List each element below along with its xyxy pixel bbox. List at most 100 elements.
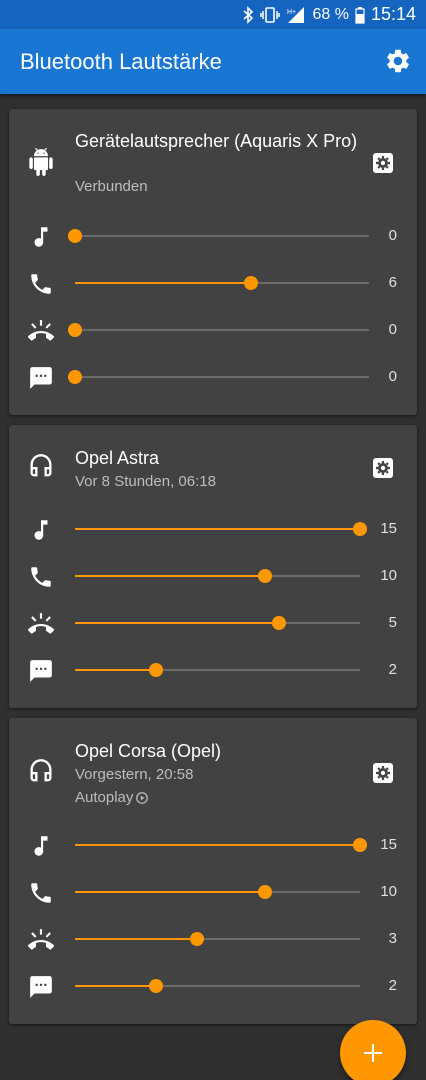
- phone-icon: [31, 883, 51, 903]
- slider-value: 0: [388, 368, 397, 385]
- slider-row-music: 0: [9, 218, 417, 254]
- headphones-icon: [30, 759, 52, 782]
- slider-fill: [75, 669, 157, 671]
- plus-icon-vertical: [371, 1044, 375, 1062]
- slider-fill: [75, 575, 265, 577]
- autoplay-indicator[interactable]: Autoplay: [75, 789, 149, 806]
- slider-thumb[interactable]: [149, 979, 164, 993]
- slider-fill: [75, 528, 360, 530]
- bluetooth-icon: [243, 5, 254, 24]
- music-note-icon: [34, 227, 48, 247]
- slider-thumb[interactable]: [353, 838, 367, 852]
- slider-value: 2: [388, 977, 397, 994]
- slider-value: 6: [388, 274, 397, 291]
- volume-slider[interactable]: [75, 276, 369, 290]
- vibrate-icon: [260, 6, 281, 23]
- volume-slider[interactable]: [75, 838, 367, 852]
- add-device-button[interactable]: [340, 1020, 406, 1080]
- volume-slider[interactable]: [75, 522, 367, 536]
- slider-value: 5: [388, 614, 397, 631]
- slider-thumb[interactable]: [353, 522, 367, 536]
- battery-icon: [355, 6, 365, 24]
- message-icon: [30, 367, 52, 389]
- phone-icon: [31, 274, 51, 294]
- device-settings-icon[interactable]: [371, 456, 395, 480]
- device-status: Verbunden: [75, 178, 148, 195]
- status-bar: H+ 68 % 15:14: [0, 0, 426, 29]
- device-card[interactable]: Opel Astra Vor 8 Stunden, 06:18 15 10 5 …: [9, 425, 417, 708]
- slider-row-music: 15: [9, 827, 417, 863]
- slider-fill: [75, 938, 198, 940]
- music-note-icon: [34, 520, 48, 540]
- volume-slider[interactable]: [75, 885, 360, 899]
- slider-thumb[interactable]: [190, 932, 205, 946]
- slider-value: 0: [388, 227, 397, 244]
- signal-icon: H+: [287, 6, 305, 23]
- slider-value: 15: [380, 520, 397, 537]
- volume-slider[interactable]: [75, 569, 360, 583]
- slider-row-ring: 0: [9, 312, 417, 348]
- slider-row-ring: 5: [9, 605, 417, 641]
- volume-slider[interactable]: [75, 663, 360, 677]
- slider-value: 3: [388, 930, 397, 947]
- play-circle-icon: [136, 791, 149, 804]
- device-card[interactable]: Opel Corsa (Opel) Vorgestern, 20:58 Auto…: [9, 718, 417, 1024]
- slider-row-call: 6: [9, 265, 417, 301]
- volume-slider[interactable]: [75, 932, 360, 946]
- slider-value: 15: [380, 836, 397, 853]
- message-icon: [30, 976, 52, 998]
- slider-thumb[interactable]: [258, 885, 272, 899]
- device-name: Opel Corsa (Opel): [75, 741, 222, 761]
- slider-value: 10: [380, 567, 397, 584]
- slider-thumb[interactable]: [68, 370, 82, 384]
- autoplay-label: Autoplay: [75, 789, 134, 806]
- slider-fill: [75, 891, 265, 893]
- svg-text:H+: H+: [287, 9, 296, 16]
- ring-volume-icon: [28, 320, 54, 341]
- slider-row-music: 15: [9, 511, 417, 547]
- slider-value: 10: [380, 883, 397, 900]
- headphones-icon: [30, 454, 52, 477]
- status-icons: H+ 68 % 15:14: [242, 0, 416, 29]
- slider-row-notification: 2: [9, 968, 417, 1004]
- android-icon: [29, 148, 53, 176]
- device-settings-icon[interactable]: [371, 151, 395, 175]
- slider-thumb[interactable]: [68, 323, 82, 337]
- app-bar: Bluetooth Lautstärke: [0, 29, 426, 94]
- slider-fill: [75, 282, 252, 284]
- slider-row-call: 10: [9, 558, 417, 594]
- volume-slider[interactable]: [75, 616, 360, 630]
- volume-slider[interactable]: [68, 323, 369, 337]
- device-last-connected: Vor 8 Stunden, 06:18: [75, 473, 216, 490]
- volume-slider[interactable]: [68, 229, 369, 243]
- device-last-connected: Vorgestern, 20:58: [75, 766, 194, 783]
- ring-volume-icon: [28, 613, 54, 634]
- slider-thumb[interactable]: [149, 663, 164, 677]
- slider-row-notification: 2: [9, 652, 417, 688]
- slider-thumb[interactable]: [244, 276, 259, 290]
- slider-value: 0: [388, 321, 397, 338]
- slider-fill: [75, 985, 157, 987]
- volume-slider[interactable]: [68, 370, 369, 384]
- ring-volume-icon: [28, 929, 54, 950]
- battery-percent: 68 %: [312, 5, 349, 23]
- slider-thumb[interactable]: [258, 569, 272, 583]
- slider-thumb[interactable]: [271, 616, 286, 630]
- app-title: Bluetooth Lautstärke: [20, 49, 222, 74]
- slider-row-ring: 3: [9, 921, 417, 957]
- settings-icon[interactable]: [384, 47, 412, 75]
- phone-icon: [31, 567, 51, 587]
- device-card[interactable]: Gerätelautsprecher (Aquaris X Pro) Verbu…: [9, 109, 417, 415]
- slider-value: 2: [388, 661, 397, 678]
- clock: 15:14: [370, 4, 416, 24]
- slider-row-notification: 0: [9, 359, 417, 395]
- slider-fill: [75, 844, 360, 846]
- device-settings-icon[interactable]: [371, 761, 395, 785]
- device-name: Gerätelautsprecher (Aquaris X Pro): [75, 131, 358, 151]
- device-name: Opel Astra: [75, 448, 160, 468]
- slider-thumb[interactable]: [68, 229, 82, 243]
- message-icon: [30, 660, 52, 682]
- volume-slider[interactable]: [75, 979, 360, 993]
- music-note-icon: [34, 836, 48, 856]
- slider-row-call: 10: [9, 874, 417, 910]
